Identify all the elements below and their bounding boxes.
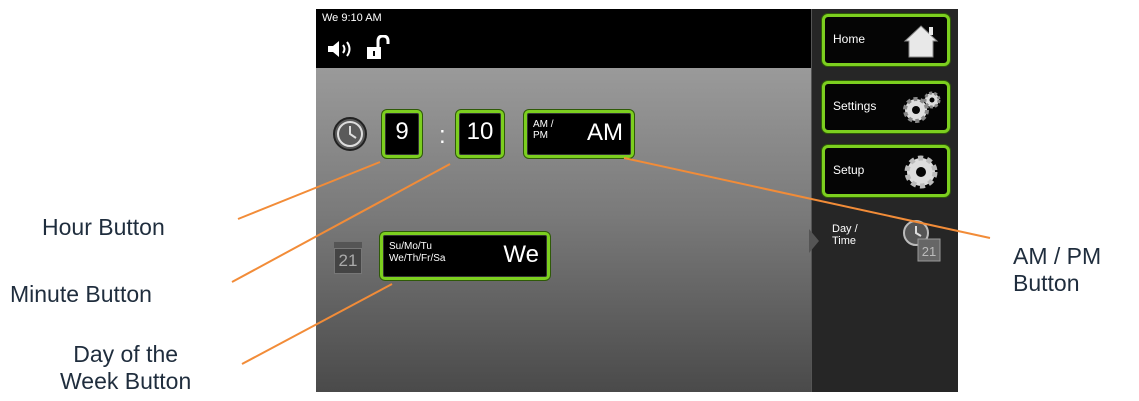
ampm-callout-line bbox=[623, 157, 991, 239]
ampm-callout: AM / PM Button bbox=[1013, 243, 1102, 296]
hour-callout-line bbox=[237, 161, 381, 220]
day-callout-line bbox=[241, 283, 393, 365]
day-callout: Day of the Week Button bbox=[60, 341, 192, 394]
minute-callout: Minute Button bbox=[10, 281, 152, 307]
hour-callout: Hour Button bbox=[42, 214, 165, 240]
minute-callout-line bbox=[231, 163, 451, 283]
